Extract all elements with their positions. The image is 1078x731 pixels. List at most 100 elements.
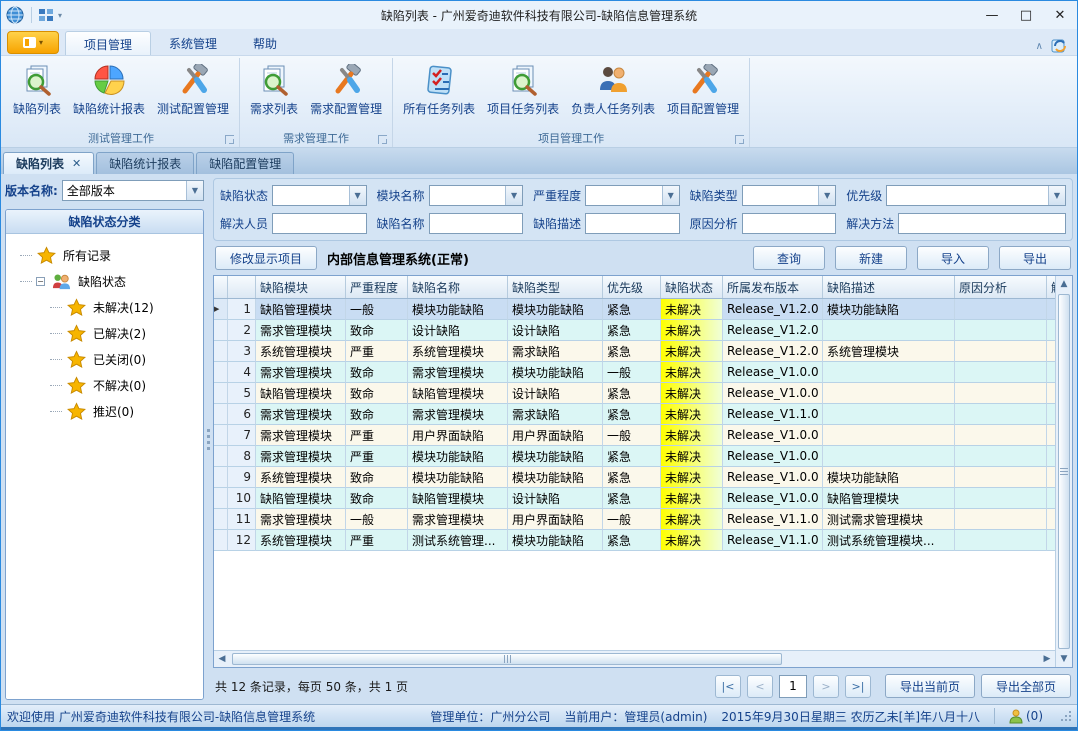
table-cell[interactable] [823,320,955,341]
table-cell[interactable]: 紧急 [603,530,661,551]
table-cell[interactable]: 未解决 [661,404,723,425]
ribbon-button[interactable]: 测试配置管理 [151,60,235,129]
filter-input[interactable]: ▼ [742,213,837,234]
table-cell[interactable]: 需求缺陷 [508,404,603,425]
table-cell[interactable]: 系统管理模块 [823,341,955,362]
table-row[interactable]: 4 需求管理模块致命需求管理模块模块功能缺陷一般未解决Release_V1.0.… [214,362,1055,383]
minimize-button[interactable]: — [975,2,1009,28]
table-cell[interactable]: 未解决 [661,383,723,404]
scroll-down-icon[interactable]: ▼ [1056,651,1072,667]
version-select[interactable]: 全部版本 ▼ [62,180,204,201]
chevron-down-icon[interactable]: ▼ [186,181,203,200]
table-cell[interactable]: 未解决 [661,467,723,488]
table-cell[interactable]: 需求管理模块 [256,425,346,446]
table-cell[interactable]: 致命 [346,404,408,425]
table-cell[interactable]: 致命 [346,383,408,404]
maximize-button[interactable]: □ [1009,2,1043,28]
table-cell[interactable]: 严重 [346,425,408,446]
table-cell[interactable]: 测试系统管理模块... [823,530,955,551]
tree-item[interactable]: 未解决(12) [50,294,201,320]
chevron-down-icon[interactable]: ▼ [818,186,835,205]
table-cell[interactable] [955,404,1047,425]
table-cell[interactable]: Release_V1.0.0 [723,383,823,404]
filter-input[interactable]: ▼ [585,185,680,206]
table-cell[interactable] [1047,488,1055,509]
table-cell[interactable]: 需求管理模块 [408,362,508,383]
ribbon-button[interactable]: 所有任务列表 [397,60,481,129]
collapse-expander-icon[interactable]: − [36,277,45,286]
qat-dropdown-icon[interactable]: ▾ [58,11,62,20]
dialog-launcher-icon[interactable] [378,135,387,144]
table-cell[interactable]: 需求管理模块 [256,509,346,530]
table-row[interactable]: 1 缺陷管理模块一般模块功能缺陷模块功能缺陷紧急未解决Release_V1.2.… [214,299,1055,320]
table-cell[interactable]: 紧急 [603,404,661,425]
table-cell[interactable]: 模块功能缺陷 [508,299,603,320]
table-cell[interactable]: 未解决 [661,299,723,320]
table-cell[interactable]: 设计缺陷 [508,383,603,404]
table-cell[interactable] [955,488,1047,509]
ribbon-button[interactable]: 负责人任务列表 [565,60,661,129]
table-cell[interactable]: 紧急 [603,488,661,509]
prev-page-button[interactable]: < [747,675,773,698]
table-row[interactable]: 2 需求管理模块致命设计缺陷设计缺陷紧急未解决Release_V1.2.0 [214,320,1055,341]
table-row[interactable]: 7 需求管理模块严重用户界面缺陷用户界面缺陷一般未解决Release_V1.0.… [214,425,1055,446]
table-cell[interactable]: Release_V1.1.0 [723,404,823,425]
table-cell[interactable]: 测试系统管理... [408,530,508,551]
table-cell[interactable]: Release_V1.2.0 [723,320,823,341]
table-cell[interactable]: 未解决 [661,425,723,446]
table-cell[interactable]: 模块功能缺陷 [408,446,508,467]
table-cell[interactable]: 紧急 [603,320,661,341]
filter-input[interactable]: ▼ [886,185,1066,206]
application-menu-button[interactable]: ▾ [7,31,59,54]
table-cell[interactable] [1047,362,1055,383]
table-row[interactable]: 12 系统管理模块严重测试系统管理...模块功能缺陷紧急未解决Release_V… [214,530,1055,551]
close-tab-icon[interactable]: ✕ [72,157,81,170]
table-cell[interactable]: 未解决 [661,362,723,383]
table-cell[interactable]: 紧急 [603,467,661,488]
new-button[interactable]: 新建 [835,246,907,270]
column-header[interactable]: 所属发布版本 [723,276,823,298]
ribbon-button[interactable]: 缺陷列表 [7,60,67,129]
table-cell[interactable]: 模块功能缺陷 [508,446,603,467]
table-cell[interactable]: 需求管理模块 [408,509,508,530]
table-cell[interactable]: 用户界面缺陷 [408,425,508,446]
table-cell[interactable]: 致命 [346,467,408,488]
table-cell[interactable] [823,446,955,467]
table-cell[interactable]: 严重 [346,341,408,362]
table-cell[interactable] [1047,425,1055,446]
export-all-pages-button[interactable]: 导出全部页 [981,674,1071,698]
table-cell[interactable] [955,320,1047,341]
table-cell[interactable]: Release_V1.1.0 [723,530,823,551]
filter-input[interactable]: ▼ [429,185,524,206]
table-cell[interactable]: 未解决 [661,509,723,530]
table-cell[interactable]: 需求管理模块 [256,320,346,341]
table-cell[interactable]: 未解决 [661,341,723,362]
table-cell[interactable]: 模块功能缺陷 [508,362,603,383]
document-tab[interactable]: 缺陷统计报表 ✕ [96,152,194,174]
ribbon-button[interactable]: 需求配置管理 [304,60,388,129]
table-cell[interactable] [955,299,1047,320]
ribbon-tab[interactable]: 系统管理 [151,31,235,55]
table-cell[interactable]: 一般 [603,509,661,530]
ribbon-tab[interactable]: 帮助 [235,31,295,55]
table-cell[interactable] [1047,509,1055,530]
table-cell[interactable]: Release_V1.0.0 [723,425,823,446]
table-cell[interactable]: Release_V1.0.0 [723,467,823,488]
table-cell[interactable]: 测试需求管理模块 [823,509,955,530]
table-cell[interactable]: 严重 [346,446,408,467]
scroll-up-icon[interactable]: ▲ [1056,276,1072,292]
table-row[interactable]: 11 需求管理模块一般需求管理模块用户界面缺陷一般未解决Release_V1.1… [214,509,1055,530]
tree-item[interactable]: 所有记录 [20,242,201,268]
table-cell[interactable]: 用户界面缺陷 [508,509,603,530]
table-row[interactable]: 5 缺陷管理模块致命缺陷管理模块设计缺陷紧急未解决Release_V1.0.0 [214,383,1055,404]
table-cell[interactable]: 系统管理模块 [408,341,508,362]
help-icon[interactable] [1051,37,1069,55]
table-cell[interactable]: 设计缺陷 [508,488,603,509]
table-cell[interactable]: 设计缺陷 [408,320,508,341]
filter-input[interactable]: ▼ [429,213,524,234]
table-cell[interactable]: 缺陷管理模块 [823,488,955,509]
table-cell[interactable]: Release_V1.1.0 [723,509,823,530]
chevron-down-icon[interactable]: ▼ [349,186,366,205]
table-cell[interactable]: 系统管理模块 [256,341,346,362]
table-cell[interactable] [955,509,1047,530]
